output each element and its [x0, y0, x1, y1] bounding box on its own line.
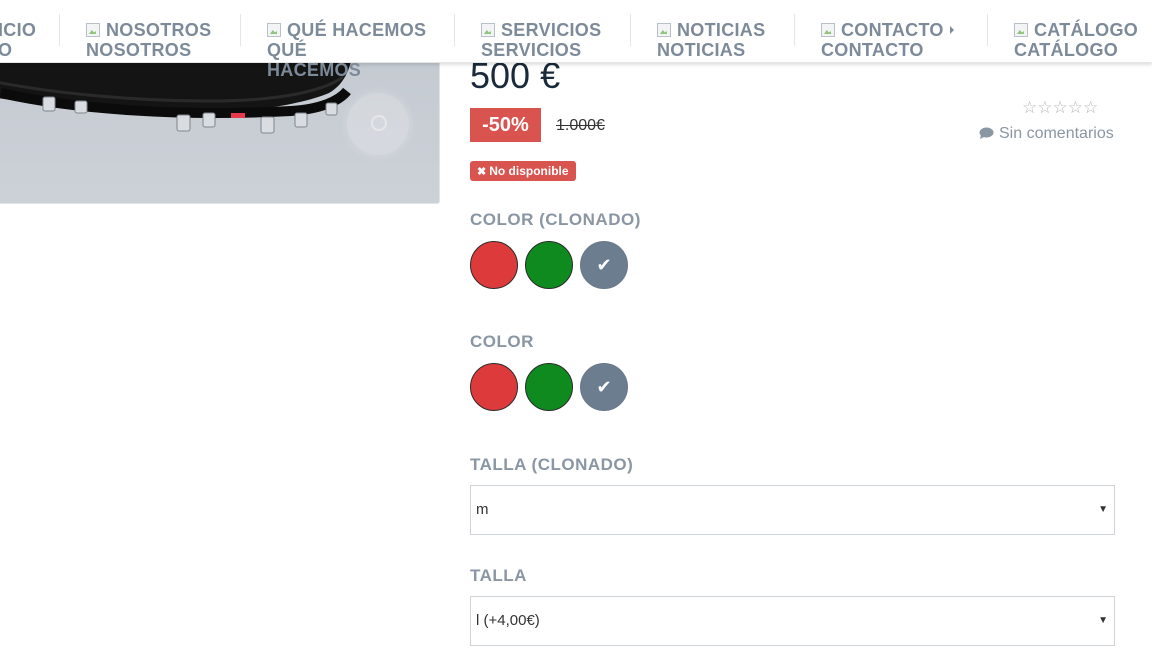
- check-icon: ✔: [596, 376, 612, 398]
- nav-label-secondary: NOSOTROS: [86, 40, 192, 60]
- select-value: m: [476, 501, 489, 518]
- nav-label-secondary: O: [0, 40, 13, 60]
- nav-label: ICIO: [0, 20, 37, 40]
- nav-divider: [794, 14, 795, 46]
- close-icon: ✖: [477, 166, 487, 178]
- submenu-caret-icon: [949, 26, 954, 34]
- nav-item-nosotros[interactable]: NOSOTROS NOSOTROS: [86, 20, 211, 60]
- broken-image-icon: [86, 23, 100, 37]
- size-cloned-select[interactable]: m ▼: [470, 485, 1115, 535]
- nav-label-secondary: QUÉ: [267, 40, 307, 60]
- attribute-label-size: TALLA: [470, 566, 527, 585]
- check-icon: ✔: [596, 254, 612, 276]
- broken-image-icon: [481, 23, 495, 37]
- availability-label: No disponible: [489, 164, 569, 178]
- broken-image-icon: [267, 23, 281, 37]
- nav-label: SERVICIOS: [501, 20, 602, 40]
- nav-label: NOSOTROS: [106, 20, 212, 40]
- nav-divider: [59, 14, 60, 46]
- nav-label: CONTACTO: [841, 20, 944, 40]
- color-swatch-green[interactable]: [525, 363, 573, 411]
- broken-image-icon: [821, 23, 835, 37]
- size-select[interactable]: l (+4,00€) ▼: [470, 596, 1115, 646]
- color-swatch-red[interactable]: [470, 363, 518, 411]
- discount-badge: -50%: [470, 108, 541, 142]
- reviews-link[interactable]: Sin comentarios: [979, 124, 1114, 146]
- nav-divider: [630, 14, 631, 46]
- reviews-label: Sin comentarios: [999, 125, 1114, 142]
- nav-item-catalogo[interactable]: CATÁLOGO CATÁLOGO: [1014, 20, 1138, 60]
- attribute-label-color-cloned: COLOR (CLONADO): [470, 210, 641, 229]
- broken-image-icon: [1014, 23, 1028, 37]
- select-value: l (+4,00€): [476, 612, 540, 629]
- nav-divider: [454, 14, 455, 46]
- chevron-down-icon: ▼: [1098, 504, 1108, 515]
- nav-item-noticias[interactable]: NOTICIAS NOTICIAS: [657, 20, 765, 60]
- nav-label: NOTICIAS: [677, 20, 766, 40]
- nav-item-que-hacemos[interactable]: QUÉ HACEMOS QUÉ HACEMOS: [267, 20, 426, 80]
- nav-item-inicio[interactable]: ICIO O: [0, 20, 36, 60]
- comment-icon: [979, 126, 995, 146]
- color-swatch-red[interactable]: [470, 241, 518, 289]
- nav-label-secondary: CONTACTO: [821, 40, 924, 60]
- color-swatch-green[interactable]: [525, 241, 573, 289]
- broken-image-icon: [657, 23, 671, 37]
- chevron-down-icon: ▼: [1098, 615, 1108, 626]
- nav-label: CATÁLOGO: [1034, 20, 1139, 40]
- attribute-label-color: COLOR: [470, 332, 534, 351]
- availability-badge: ✖ No disponible: [470, 161, 576, 181]
- nav-divider: [987, 14, 988, 46]
- nav-item-servicios[interactable]: SERVICIOS SERVICIOS: [481, 20, 601, 60]
- zoom-lens-icon[interactable]: [347, 93, 409, 155]
- nav-label-secondary: NOTICIAS: [657, 40, 746, 60]
- nav-label-tertiary: HACEMOS: [267, 60, 362, 80]
- attribute-label-size-cloned: TALLA (CLONADO): [470, 455, 634, 474]
- color-swatch-slate-selected[interactable]: ✔: [580, 241, 628, 289]
- main-navigation: ICIO O NOSOTROS NOSOTROS QUÉ HACEMOS QUÉ…: [0, 0, 1152, 80]
- nav-item-contacto[interactable]: CONTACTO CONTACTO: [821, 20, 954, 60]
- nav-label: QUÉ HACEMOS: [287, 20, 427, 40]
- nav-divider: [240, 14, 241, 46]
- nav-label-secondary: CATÁLOGO: [1014, 40, 1119, 60]
- color-swatch-slate-selected[interactable]: ✔: [580, 363, 628, 411]
- old-price: 1.000€: [556, 117, 605, 134]
- nav-label-secondary: SERVICIOS: [481, 40, 582, 60]
- rating-stars[interactable]: ☆☆☆☆☆: [1022, 98, 1098, 118]
